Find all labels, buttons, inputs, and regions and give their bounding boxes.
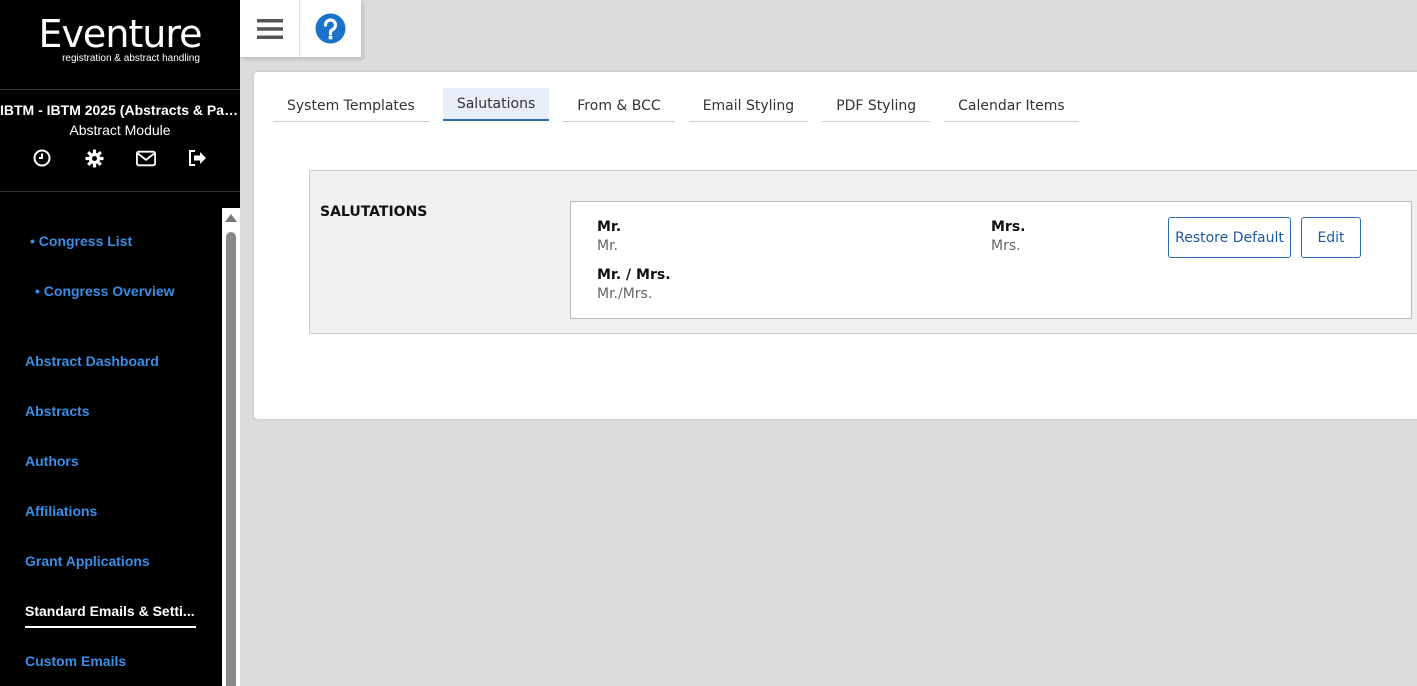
tab-label: Email Styling [702,97,795,114]
sidebar-item-congress-overview[interactable]: • Congress Overview [35,283,175,299]
tab-label: Calendar Items [958,97,1065,114]
salutation-value: Mrs. [991,238,1021,254]
envelope-icon[interactable] [136,148,156,168]
tab-calendar-items[interactable]: Calendar Items [944,88,1079,122]
tab-from-bcc[interactable]: From & BCC [563,88,675,122]
sidebar-item-grant-applications[interactable]: Grant Applications [25,553,150,569]
tab-bar: System Templates Salutations From & BCC … [273,88,1079,122]
edit-button[interactable]: Edit [1301,217,1361,258]
scrollbar-thumb[interactable] [226,232,236,686]
module-name: Abstract Module [69,122,171,138]
salutation-label: Mrs. [991,219,1026,235]
sidebar-icon-bar [0,148,240,168]
clock-icon[interactable] [32,148,52,168]
panel-title: SALUTATIONS [320,204,428,220]
sidebar-item-abstract-dashboard[interactable]: Abstract Dashboard [25,353,159,369]
restore-default-button[interactable]: Restore Default [1168,217,1291,258]
tab-label: PDF Styling [836,97,917,114]
salutation-label: Mr. [597,219,622,235]
tab-pdf-styling[interactable]: PDF Styling [822,88,931,122]
brand-name: Eventure [38,12,202,56]
salutation-item: Mr. / Mrs. Mr./Mrs. [597,266,671,304]
salutation-value: Mr. [597,238,618,254]
salutations-panel: SALUTATIONS Mr. Mr. Mrs. Mrs. Mr. / Mrs.… [309,170,1417,334]
salutation-item: Mr. Mr. [597,218,621,256]
congress-title: IBTM - IBTM 2025 (Abstracts & Par... [0,102,240,118]
tab-label: From & BCC [577,97,661,114]
tab-email-styling[interactable]: Email Styling [688,88,809,122]
sidebar-item-custom-emails[interactable]: Custom Emails [25,653,126,669]
help-icon[interactable] [300,0,360,57]
logout-icon[interactable] [188,148,208,168]
sidebar-scrollbar[interactable] [222,208,240,686]
sidebar-item-affiliations[interactable]: Affiliations [25,503,97,519]
sidebar-item-abstracts[interactable]: Abstracts [25,403,90,419]
tab-label: Salutations [456,95,536,112]
salutation-value: Mr./Mrs. [597,286,653,302]
sidebar-item-standard-emails[interactable]: Standard Emails & Setti... [25,603,196,628]
gear-icon[interactable] [84,148,104,168]
salutation-item: Mrs. Mrs. [991,218,1026,256]
tab-system-templates[interactable]: System Templates [273,88,429,122]
topbar [240,0,361,57]
sidebar-item-congress-list[interactable]: • Congress List [30,233,132,249]
sidebar: Eventure registration & abstract handlin… [0,0,240,686]
scroll-up-arrow-icon[interactable] [225,214,237,222]
salutation-label: Mr. / Mrs. [597,267,671,283]
brand-logo[interactable]: Eventure registration & abstract handlin… [0,0,240,90]
tab-salutations[interactable]: Salutations [442,88,550,121]
hamburger-menu-icon[interactable] [240,0,300,57]
brand-tagline: registration & abstract handling [62,53,200,64]
main-card: System Templates Salutations From & BCC … [254,72,1417,419]
tab-label: System Templates [287,97,415,114]
salutations-box: Mr. Mr. Mrs. Mrs. Mr. / Mrs. Mr./Mrs. Re… [570,201,1412,319]
sidebar-item-authors[interactable]: Authors [25,453,79,469]
congress-info: IBTM - IBTM 2025 (Abstracts & Par... Abs… [0,90,240,192]
